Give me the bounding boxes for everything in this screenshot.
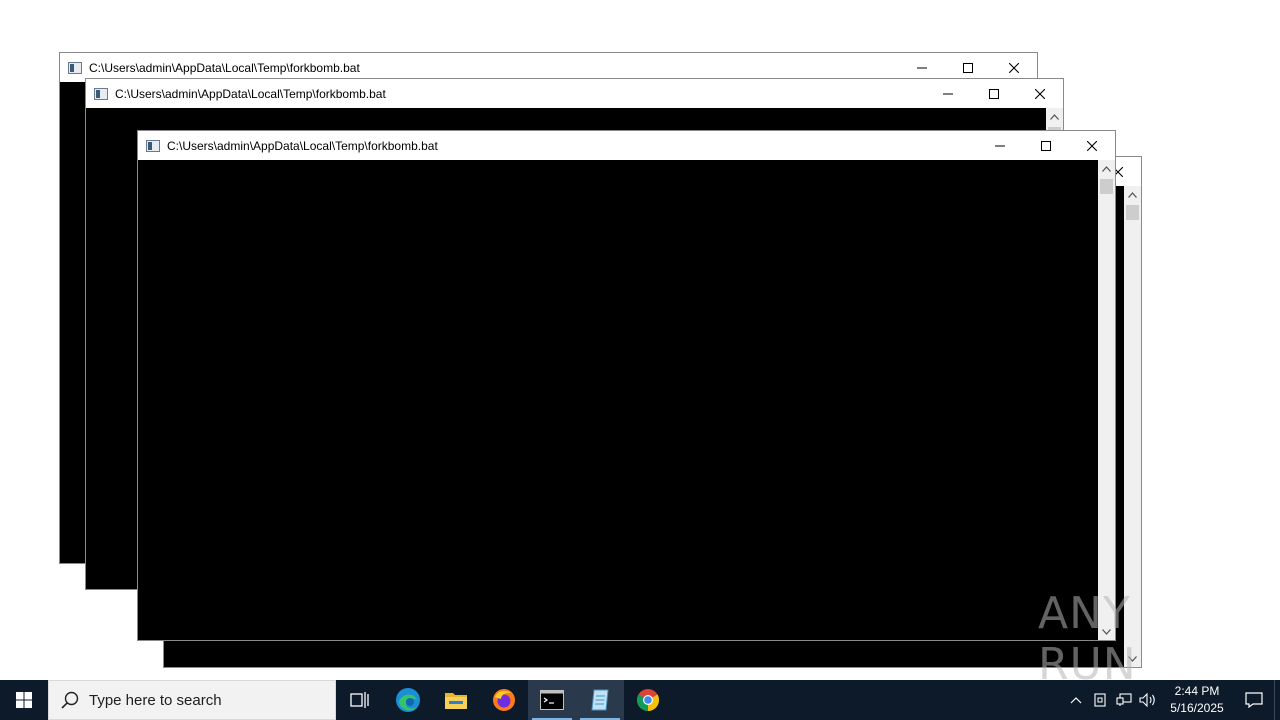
cmd-window-3[interactable]: C:\Users\admin\AppData\Local\Temp\forkbo… <box>137 130 1116 641</box>
scrollbar-thumb[interactable] <box>1100 179 1113 194</box>
close-button[interactable] <box>1069 131 1115 160</box>
edge-taskbar-button[interactable] <box>384 680 432 720</box>
title-bar[interactable]: C:\Users\admin\AppData\Local\Temp\forkbo… <box>86 79 1063 108</box>
notification-icon <box>1245 692 1263 708</box>
show-desktop-button[interactable] <box>1274 680 1280 720</box>
network-tray-button[interactable] <box>1112 680 1136 720</box>
search-placeholder: Type here to search <box>89 691 222 709</box>
command-prompt-taskbar-button[interactable] <box>528 680 576 720</box>
taskbar: Type here to search 2:44 PM 5/16/2025 <box>0 680 1280 720</box>
cmd-app-icon <box>94 87 108 100</box>
firefox-icon <box>493 689 515 711</box>
maximize-button[interactable] <box>971 79 1017 108</box>
close-button[interactable] <box>1017 79 1063 108</box>
windows-logo-icon <box>16 692 32 708</box>
command-prompt-icon <box>540 690 564 710</box>
window-title: C:\Users\admin\AppData\Local\Temp\forkbo… <box>115 86 386 101</box>
action-center-button[interactable] <box>1234 680 1274 720</box>
watermark-text: ANY RUN <box>1038 588 1137 690</box>
system-tray: 2:44 PM 5/16/2025 <box>1064 680 1280 720</box>
taskbar-clock[interactable]: 2:44 PM 5/16/2025 <box>1160 683 1234 717</box>
edge-icon <box>396 688 420 712</box>
clock-time: 2:44 PM <box>1174 684 1220 698</box>
notepad-icon <box>591 689 609 711</box>
scroll-up-arrow-icon[interactable] <box>1098 160 1115 177</box>
chevron-up-icon <box>1070 697 1082 704</box>
cmd-app-icon <box>146 139 160 152</box>
clock-date: 5/16/2025 <box>1170 701 1224 715</box>
scrollbar-thumb[interactable] <box>1126 205 1139 220</box>
chrome-taskbar-button[interactable] <box>624 680 672 720</box>
title-bar[interactable]: C:\Users\admin\AppData\Local\Temp\forkbo… <box>138 131 1115 160</box>
anyrun-watermark: ANY RUN <box>1038 588 1238 690</box>
maximize-button[interactable] <box>1023 131 1069 160</box>
console-output[interactable] <box>138 160 1098 640</box>
start-button[interactable] <box>0 680 48 720</box>
chrome-icon <box>637 689 659 711</box>
task-view-icon <box>350 692 369 708</box>
window-title: C:\Users\admin\AppData\Local\Temp\forkbo… <box>89 60 360 75</box>
window-title: C:\Users\admin\AppData\Local\Temp\forkbo… <box>167 138 438 153</box>
minimize-button[interactable] <box>977 131 1023 160</box>
security-tray-button[interactable] <box>1088 680 1112 720</box>
firefox-taskbar-button[interactable] <box>480 680 528 720</box>
file-explorer-taskbar-button[interactable] <box>432 680 480 720</box>
volume-tray-button[interactable] <box>1136 680 1160 720</box>
speaker-icon <box>1139 693 1155 707</box>
folder-icon <box>445 693 467 709</box>
task-view-button[interactable] <box>336 680 384 720</box>
scroll-up-arrow-icon[interactable] <box>1046 108 1063 125</box>
scroll-up-arrow-icon[interactable] <box>1124 186 1141 203</box>
taskbar-search-box[interactable]: Type here to search <box>48 680 336 720</box>
minimize-button[interactable] <box>925 79 971 108</box>
show-hidden-icons-button[interactable] <box>1064 680 1088 720</box>
device-icon <box>1094 693 1106 707</box>
notepad-taskbar-button[interactable] <box>576 680 624 720</box>
cmd-app-icon <box>68 61 82 74</box>
network-icon <box>1116 693 1132 706</box>
search-icon <box>61 691 79 709</box>
vertical-scrollbar[interactable] <box>1098 160 1115 640</box>
